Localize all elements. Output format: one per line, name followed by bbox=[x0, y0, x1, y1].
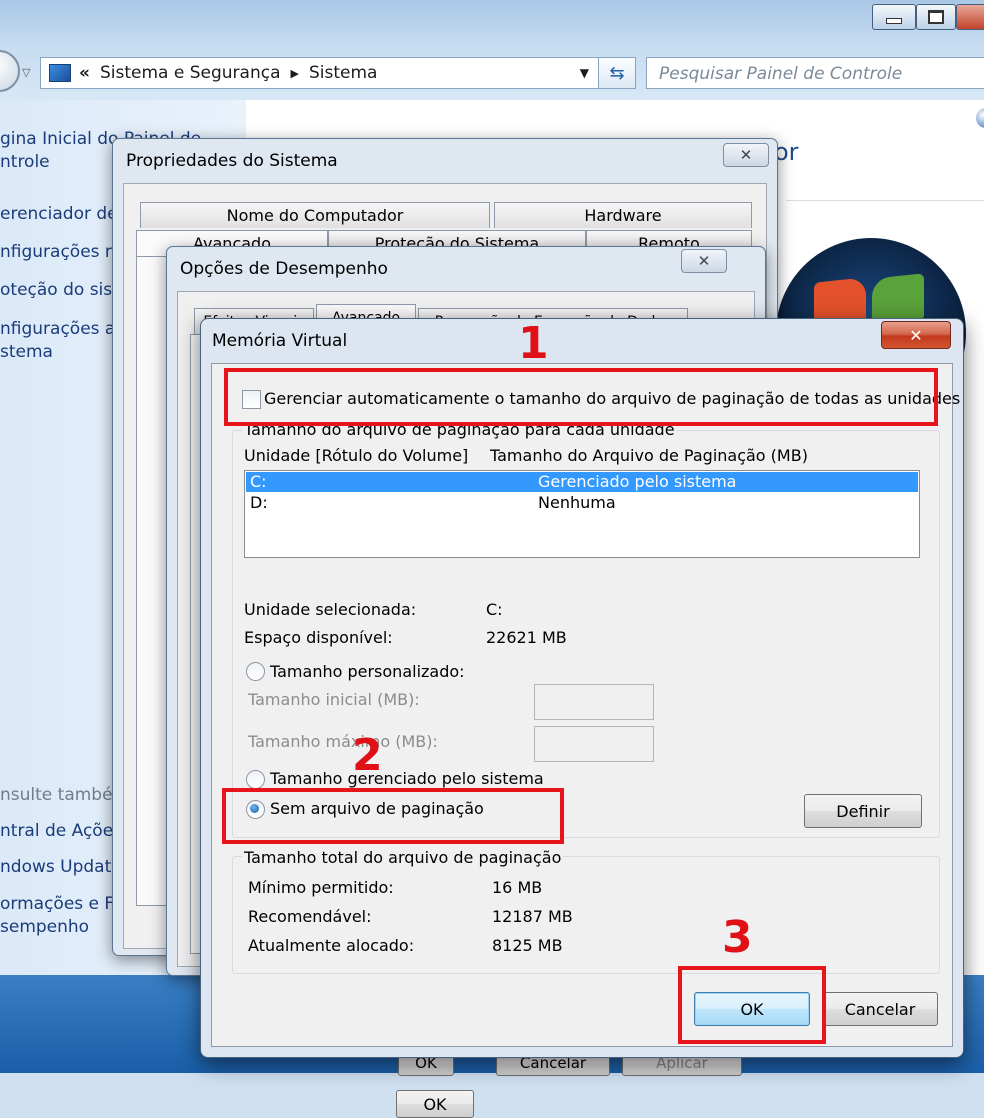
col-size-header: Tamanho do Arquivo de Paginação (MB) bbox=[490, 446, 808, 465]
help-icon[interactable] bbox=[976, 108, 984, 128]
totals-group-title: Tamanho total do arquivo de paginação bbox=[242, 848, 564, 867]
initial-size-label: Tamanho inicial (MB): bbox=[248, 690, 420, 709]
system-properties-title: Propriedades do Sistema bbox=[126, 151, 338, 171]
performance-options-close-button[interactable]: ✕ bbox=[681, 249, 727, 273]
nav-link-system-protection[interactable]: oteção do siste bbox=[0, 279, 129, 302]
close-icon: ✕ bbox=[739, 146, 753, 164]
annotation-step2: 2 bbox=[352, 730, 383, 781]
close-icon: ✕ bbox=[909, 325, 923, 345]
drive-letter: C: bbox=[250, 472, 267, 491]
virtual-memory-body: Gerenciar automaticamente o tamanho do a… bbox=[211, 363, 960, 1047]
virtual-memory-close-button[interactable]: ✕ bbox=[881, 321, 951, 349]
forward-button[interactable] bbox=[0, 50, 20, 92]
nav-link-performance[interactable]: ormações e Fe sempenho bbox=[0, 893, 124, 939]
virtual-memory-title: Memória Virtual bbox=[212, 331, 348, 351]
divider bbox=[786, 200, 984, 201]
maximize-button[interactable] bbox=[916, 4, 956, 30]
cancel-button[interactable]: Cancelar bbox=[822, 992, 938, 1026]
system-properties-close-button[interactable]: ✕ bbox=[723, 143, 769, 167]
recommended-label: Recomendável: bbox=[248, 907, 372, 926]
control-panel-icon bbox=[49, 64, 71, 82]
refresh-icon: ⇆ bbox=[609, 62, 625, 84]
drive-letter: D: bbox=[250, 493, 268, 512]
annotation-step1: 1 bbox=[518, 318, 549, 369]
allocated-label: Atualmente alocado: bbox=[248, 936, 415, 955]
breadcrumb-item-system[interactable]: Sistema bbox=[309, 63, 377, 83]
virtual-memory-dialog: Memória Virtual ✕ Gerenciar automaticame… bbox=[200, 318, 964, 1058]
tab-computer-name[interactable]: Nome do Computador bbox=[140, 202, 490, 228]
annotation-box-step2 bbox=[222, 788, 564, 844]
minimize-icon bbox=[886, 18, 902, 24]
minimize-button[interactable] bbox=[872, 4, 916, 30]
custom-size-label[interactable]: Tamanho personalizado: bbox=[270, 662, 465, 681]
max-size-label: Tamanho máximo (MB): bbox=[248, 732, 438, 751]
performance-options-title: Opções de Desempenho bbox=[180, 259, 388, 279]
breadcrumb-overflow[interactable]: « bbox=[79, 63, 90, 83]
free-space-value: 22621 MB bbox=[486, 628, 567, 647]
free-space-label: Espaço disponível: bbox=[244, 628, 393, 647]
col-drive-header: Unidade [Rótulo do Volume] bbox=[244, 446, 469, 465]
min-allowed-value: 16 MB bbox=[492, 878, 543, 897]
close-icon: ✕ bbox=[697, 252, 711, 270]
system-ok-button[interactable]: OK bbox=[396, 1090, 474, 1118]
search-input[interactable]: Pesquisar Painel de Controle bbox=[646, 57, 984, 89]
annotation-step3: 3 bbox=[722, 912, 753, 963]
nav-link-windows-update[interactable]: ndows Update bbox=[0, 856, 122, 879]
list-item-drive-c[interactable]: C: Gerenciado pelo sistema bbox=[246, 472, 918, 492]
initial-size-input[interactable] bbox=[534, 684, 654, 720]
custom-size-radio[interactable] bbox=[246, 662, 265, 681]
selected-drive-label: Unidade selecionada: bbox=[244, 600, 417, 619]
min-allowed-label: Mínimo permitido: bbox=[248, 878, 394, 897]
set-button[interactable]: Definir bbox=[804, 794, 922, 828]
window-close-button[interactable] bbox=[956, 4, 984, 30]
allocated-value: 8125 MB bbox=[492, 936, 563, 955]
drive-paging-size: Gerenciado pelo sistema bbox=[538, 472, 737, 491]
address-bar[interactable]: « Sistema e Segurança ▶ Sistema ▼ bbox=[40, 57, 600, 89]
recommended-value: 12187 MB bbox=[492, 907, 573, 926]
maximize-icon bbox=[928, 10, 944, 24]
drive-paging-size: Nenhuma bbox=[538, 493, 616, 512]
system-managed-radio[interactable] bbox=[246, 770, 265, 789]
system-managed-label[interactable]: Tamanho gerenciado pelo sistema bbox=[270, 769, 544, 788]
breadcrumb-separator-icon: ▶ bbox=[290, 66, 299, 80]
list-item-drive-d[interactable]: D: Nenhuma bbox=[246, 493, 918, 513]
nav-link-advanced-settings[interactable]: nfigurações a stema bbox=[0, 318, 115, 364]
max-size-input[interactable] bbox=[534, 726, 654, 762]
annotation-box-step3 bbox=[678, 966, 826, 1044]
selected-drive-value: C: bbox=[486, 600, 503, 619]
recent-pages-chevron-icon[interactable]: ▽ bbox=[22, 66, 30, 79]
breadcrumb-item-security[interactable]: Sistema e Segurança bbox=[100, 63, 281, 83]
annotation-box-step1 bbox=[224, 368, 938, 426]
nav-link-action-center[interactable]: ntral de Ações bbox=[0, 820, 122, 843]
tab-hardware[interactable]: Hardware bbox=[494, 202, 752, 228]
nav-link-remote-settings[interactable]: nfigurações re bbox=[0, 241, 122, 264]
refresh-button[interactable]: ⇆ bbox=[598, 57, 636, 89]
drives-listbox[interactable]: C: Gerenciado pelo sistema D: Nenhuma bbox=[244, 470, 920, 558]
see-also-heading: nsulte també bbox=[0, 785, 113, 805]
address-dropdown-icon[interactable]: ▼ bbox=[580, 66, 589, 80]
